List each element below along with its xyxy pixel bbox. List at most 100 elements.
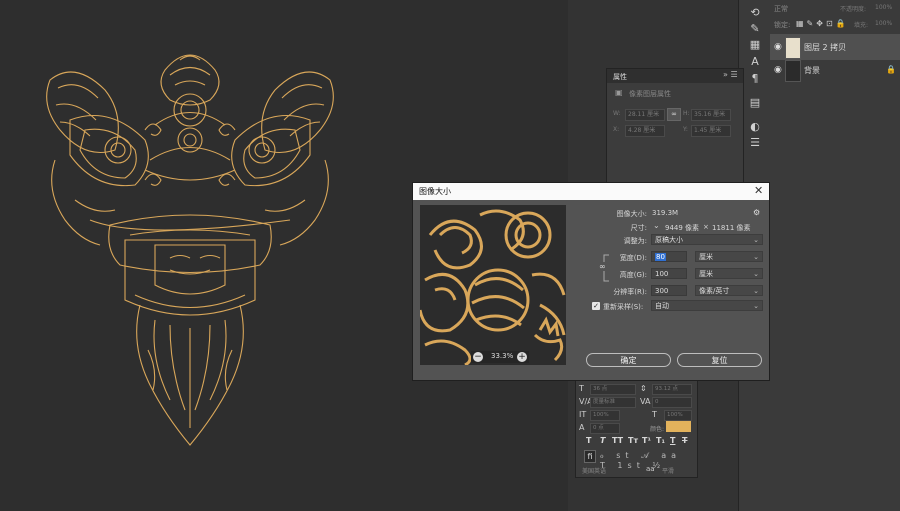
chevron-down-icon: ⌄ — [753, 270, 759, 278]
strikethrough-icon[interactable]: T — [682, 436, 687, 445]
w-label: W: — [613, 110, 621, 117]
image-size-label: 图像大小: — [616, 210, 647, 218]
opacity-value[interactable]: 100% — [875, 4, 892, 11]
eye-icon[interactable]: ◉ — [774, 42, 782, 52]
width-value: 80 — [655, 253, 666, 261]
height-unit-select[interactable]: 厘米 ⌄ — [695, 268, 763, 279]
small-caps-icon[interactable]: Tт — [628, 436, 638, 445]
font-size-field[interactable]: 36 点 — [590, 384, 636, 395]
fit-to-select[interactable]: 原稿大小 ⌄ — [651, 234, 763, 245]
text-color-swatch[interactable] — [666, 421, 691, 432]
properties-panel: 属性 » ☰ ▣ 像素图层属性 W: 28.11 厘米 ∞ H: 35.16 厘… — [606, 68, 744, 188]
width-unit-select[interactable]: 厘米 ⌄ — [695, 251, 763, 262]
x-label: X: — [613, 126, 620, 133]
vscale-field[interactable]: 100% — [590, 410, 620, 421]
resample-checkbox[interactable]: ✓ — [592, 302, 600, 310]
baseline-field[interactable]: 0 点 — [590, 423, 620, 434]
dimensions-width: 9449 像素 — [665, 224, 700, 232]
underline-icon[interactable]: T — [670, 436, 675, 445]
resample-value: 自动 — [655, 302, 669, 310]
x-field[interactable]: 4.28 厘米 — [625, 125, 665, 137]
zoom-in-icon[interactable]: + — [517, 352, 527, 362]
height-input[interactable]: 100 — [651, 268, 687, 279]
lock-icons[interactable]: ▦✎✥⊡🔒 — [796, 19, 849, 28]
collapse-icon[interactable]: » ☰ — [723, 70, 738, 79]
properties-icon[interactable]: ☰ — [748, 136, 762, 150]
faux-bold-icon[interactable]: T — [586, 436, 591, 445]
chevron-down-icon: ⌄ — [753, 287, 759, 295]
resolution-label: 分辨率(R): — [613, 288, 647, 296]
dialog-titlebar[interactable]: 图像大小 ✕ — [413, 183, 769, 200]
eye-icon[interactable]: ◉ — [774, 65, 782, 75]
layers-panel: 正常 不透明度: 100% 锁定: ▦✎✥⊡🔒 填充: 100% ◉ 图层 2 … — [770, 0, 900, 511]
font-size-icon: T — [579, 384, 584, 393]
blend-row: 正常 不透明度: 100% — [770, 4, 900, 16]
layers-icon[interactable]: ▤ — [748, 96, 762, 110]
height-label: 高度(G): — [619, 271, 647, 279]
tracking-icon: VA — [640, 397, 651, 406]
fit-to-value: 原稿大小 — [655, 236, 683, 244]
antialias-select[interactable]: 平滑 — [662, 466, 674, 475]
kerning-field[interactable]: 度量标准 — [590, 397, 636, 408]
brush-icon[interactable]: ✎ — [748, 22, 762, 36]
lock-label: 锁定: — [774, 21, 791, 29]
h-label: H: — [683, 110, 690, 117]
y-field[interactable]: 1.45 厘米 — [691, 125, 731, 137]
dimensions-dropdown-icon[interactable]: ⌄ — [653, 221, 660, 230]
close-icon[interactable]: ✕ — [754, 184, 763, 197]
pixel-layer-icon: ▣ — [615, 88, 623, 97]
width-input[interactable]: 80 — [651, 251, 687, 262]
width-label: 宽度(D): — [619, 254, 647, 262]
width-unit: 厘米 — [699, 253, 713, 261]
faux-italic-icon[interactable]: T — [600, 436, 605, 445]
chevron-down-icon: ⌄ — [753, 253, 759, 261]
properties-title: 属性 — [613, 73, 627, 81]
blend-mode-select[interactable]: 正常 — [774, 4, 788, 14]
chevron-down-icon: ⌄ — [753, 302, 759, 310]
adjustments-icon[interactable]: ◐ — [748, 120, 762, 134]
height-value: 100 — [655, 270, 669, 278]
zoom-out-icon[interactable]: − — [473, 352, 483, 362]
history-icon[interactable]: ⟲ — [748, 6, 762, 20]
character-icon[interactable]: ¶ — [748, 72, 762, 86]
resample-label: 重新采样(S): — [603, 303, 644, 311]
gear-icon[interactable]: ⚙ — [753, 208, 760, 217]
link-icon[interactable]: ∞ — [667, 108, 681, 121]
all-caps-icon[interactable]: TT — [612, 436, 623, 445]
layer-row[interactable]: ◉ 背景 🔒 — [770, 57, 900, 83]
layer-thumbnail — [785, 37, 801, 59]
color-label: 颜色: — [650, 426, 665, 433]
h-field[interactable]: 35.16 厘米 — [691, 109, 731, 121]
resolution-value: 300 — [655, 287, 669, 295]
properties-subtitle: 像素图层属性 — [629, 90, 671, 98]
ligature-icon[interactable]: fi — [584, 450, 596, 463]
leading-field[interactable]: 93.12 点 — [652, 384, 692, 395]
hscale-field[interactable]: 100% — [664, 410, 692, 421]
swatch-icon[interactable]: ▦ — [748, 38, 762, 52]
preview-artwork — [420, 209, 566, 365]
subscript-icon[interactable]: T₁ — [656, 436, 665, 445]
w-field[interactable]: 28.11 厘米 — [625, 109, 665, 121]
layer-thumbnail — [785, 60, 801, 82]
tracking-field[interactable]: 0 — [652, 397, 692, 408]
resample-select[interactable]: 自动 ⌄ — [651, 300, 763, 311]
chevron-down-icon: ⌄ — [753, 236, 759, 244]
lock-icon: 🔒 — [886, 65, 896, 74]
type-icon[interactable]: A — [748, 55, 762, 69]
superscript-icon[interactable]: T¹ — [642, 436, 651, 445]
height-unit: 厘米 — [699, 270, 713, 278]
character-panel: T 36 点 ⇕ 93.12 点 V/A 度量标准 VA 0 IT 100% T… — [575, 378, 698, 478]
ok-button[interactable]: 确定 — [586, 353, 671, 367]
reset-button[interactable]: 复位 — [677, 353, 762, 367]
resolution-unit-select[interactable]: 像素/英寸 ⌄ — [695, 285, 763, 296]
language-select[interactable]: 美国英语 — [582, 466, 606, 475]
resolution-input[interactable]: 300 — [651, 285, 687, 296]
dimensions-label: 尺寸: — [630, 224, 647, 232]
dimensions-height: 11811 像素 — [712, 224, 751, 232]
baseline-icon: A — [579, 423, 585, 432]
fill-value[interactable]: 100% — [875, 20, 892, 27]
image-preview[interactable]: − 33.3% + — [420, 205, 566, 365]
hscale-icon: T — [652, 410, 657, 419]
y-label: Y: — [683, 126, 688, 133]
vscale-icon: IT — [579, 410, 587, 419]
